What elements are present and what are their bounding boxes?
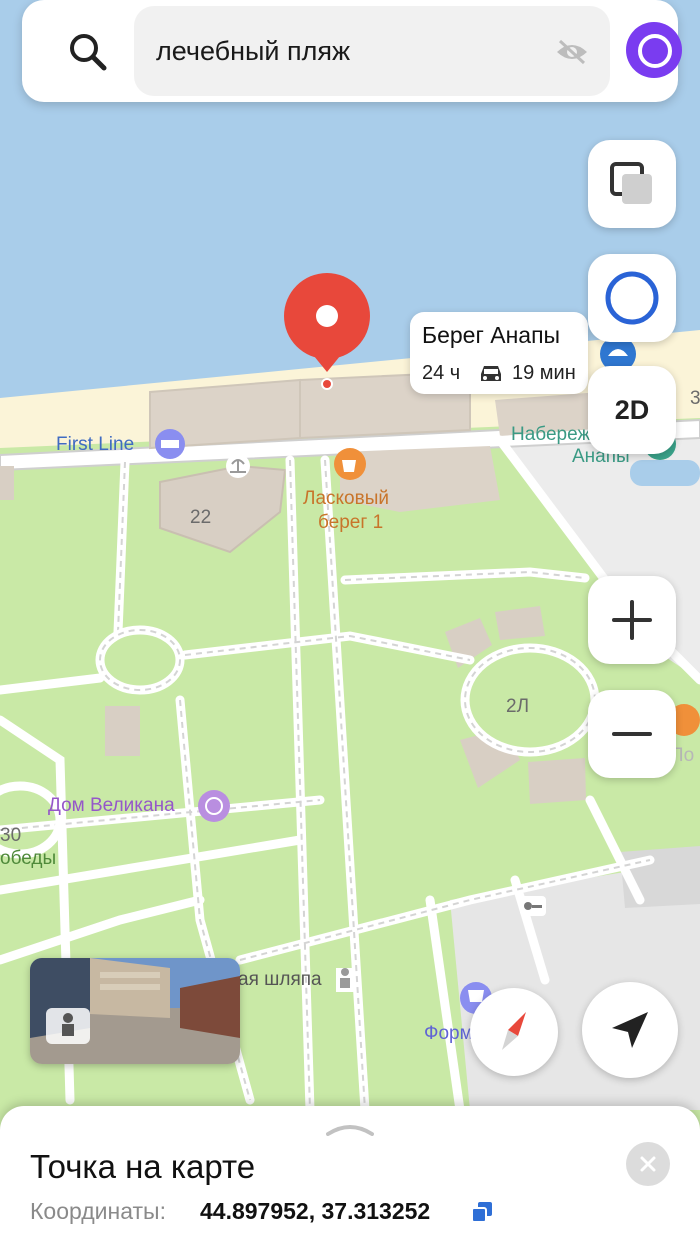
bottom-sheet[interactable]: Точка на карте Координаты: 44.897952, 37… bbox=[0, 1106, 700, 1243]
poi-label-shlyapa[interactable]: ая шляпа bbox=[238, 969, 322, 991]
layers-button[interactable] bbox=[588, 140, 676, 228]
alice-voice-button[interactable] bbox=[626, 22, 682, 78]
compass-button[interactable] bbox=[470, 988, 558, 1076]
my-location-button[interactable] bbox=[582, 982, 678, 1078]
place-name: Берег Анапы bbox=[422, 322, 561, 348]
place-card[interactable]: Берег Анапы 24 ч 19 мин bbox=[410, 312, 588, 394]
car-icon bbox=[481, 366, 501, 381]
hotel-icon bbox=[155, 429, 185, 459]
zoom-out-button[interactable] bbox=[588, 690, 676, 778]
coordinates-label: Координаты: bbox=[30, 1198, 166, 1224]
close-icon bbox=[640, 1156, 656, 1172]
panorama-preview[interactable] bbox=[30, 958, 240, 1064]
hide-results-icon[interactable] bbox=[554, 38, 590, 66]
coordinates-value[interactable]: 44.897952, 37.313252 bbox=[200, 1198, 430, 1225]
search-query: лечебный пляж bbox=[156, 36, 351, 66]
plus-icon bbox=[612, 600, 652, 640]
street-view-icon bbox=[46, 1008, 90, 1044]
poi-label-dom-velikana[interactable]: Дом Великана bbox=[48, 795, 175, 817]
alice-icon bbox=[638, 34, 672, 68]
cafe-icon bbox=[334, 448, 366, 480]
street-label-pobedy: обеды bbox=[0, 848, 57, 869]
building-number-2l: 2Л bbox=[506, 696, 530, 717]
building-number-edge: 3 bbox=[690, 388, 700, 409]
building-number-22: 22 bbox=[190, 507, 212, 528]
street-number-30: 30 bbox=[0, 825, 22, 846]
fountain-icon bbox=[226, 454, 250, 478]
alice-assistant-button[interactable] bbox=[588, 254, 676, 342]
search-bar: лечебный пляж bbox=[22, 0, 682, 102]
alice-ring-icon bbox=[605, 271, 659, 325]
view-mode-button[interactable]: 2D bbox=[588, 366, 676, 454]
poi-label-laskovy-line1[interactable]: Ласковый bbox=[303, 488, 389, 510]
monument-icon bbox=[336, 968, 354, 992]
minus-icon bbox=[612, 732, 652, 736]
sheet-title: Точка на карте bbox=[30, 1148, 256, 1185]
poi-label-laskovy-line2[interactable]: берег 1 bbox=[318, 512, 383, 534]
place-hours: 24 ч bbox=[422, 362, 461, 384]
search-input[interactable]: лечебный пляж bbox=[134, 6, 610, 96]
close-button[interactable] bbox=[626, 1142, 670, 1186]
zoom-in-button[interactable] bbox=[588, 576, 676, 664]
ferris-wheel-icon bbox=[198, 790, 230, 822]
compass-icon bbox=[502, 1012, 526, 1050]
search-icon[interactable] bbox=[64, 28, 112, 76]
copy-icon[interactable] bbox=[472, 1202, 492, 1222]
drive-time: 19 мин bbox=[512, 362, 576, 384]
expand-handle-icon[interactable] bbox=[326, 1120, 374, 1136]
layers-icon bbox=[610, 162, 652, 204]
navigation-arrow-icon bbox=[612, 1012, 648, 1048]
key-icon bbox=[520, 896, 546, 916]
poi-label-first-line[interactable]: First Line bbox=[56, 434, 134, 456]
